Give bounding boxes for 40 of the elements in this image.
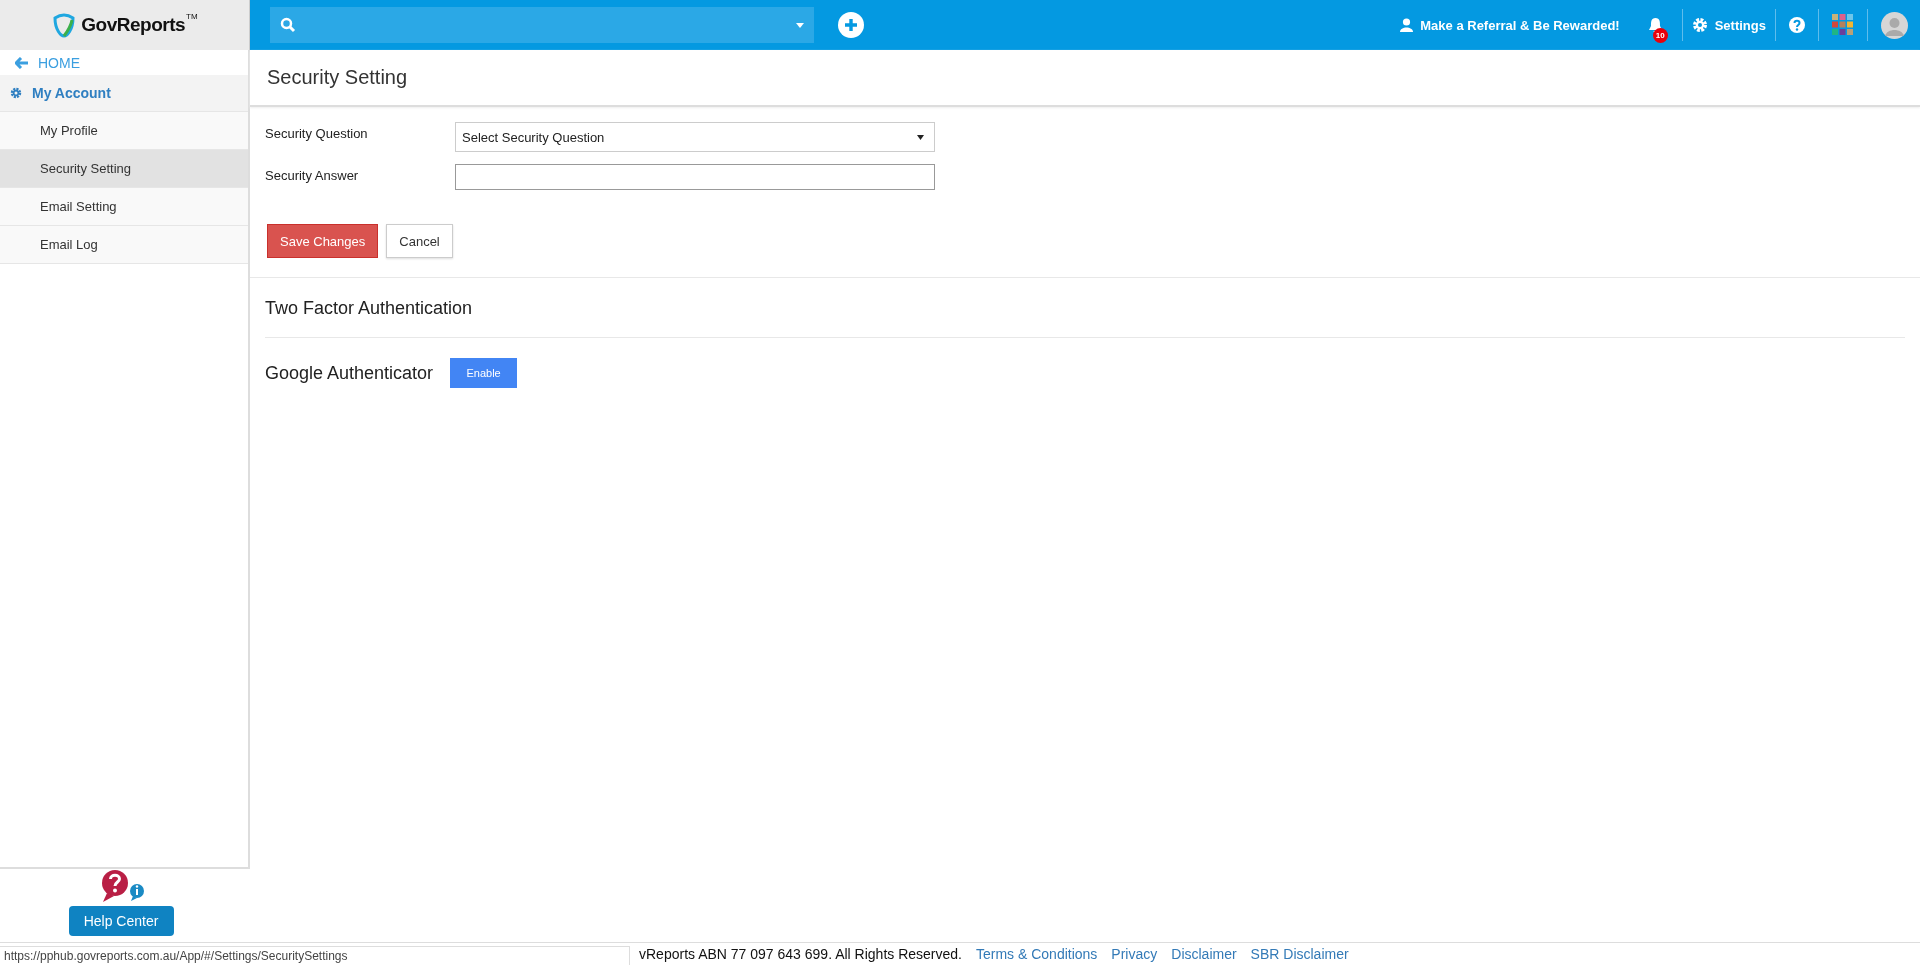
sidebar-item[interactable]: Email Setting — [0, 188, 248, 226]
sidebar-item[interactable]: Email Log — [0, 226, 248, 264]
footer-link[interactable]: Terms & Conditions — [975, 946, 1098, 962]
save-changes-button[interactable]: Save Changes — [267, 224, 379, 258]
caret-icon — [796, 22, 804, 28]
section-heading: Two Factor Authentication — [264, 297, 474, 320]
user-icon — [1400, 18, 1414, 32]
home-link[interactable]: HOME — [0, 50, 248, 75]
caret-icon — [917, 134, 924, 140]
logo-icon — [51, 12, 78, 38]
page-title: Security Setting — [267, 66, 408, 89]
authenticator-label: Google Authenticator — [265, 362, 434, 384]
help-icon[interactable] — [1789, 17, 1805, 33]
field-label: Security Question — [265, 125, 369, 141]
enable-button[interactable]: Enable — [450, 358, 518, 388]
field-label: Security Answer — [265, 167, 360, 183]
footer-link[interactable]: Privacy — [1111, 946, 1158, 962]
copyright-text: vReports ABN 77 097 643 699. All Rights Reserved. — [639, 946, 962, 962]
search-field[interactable] — [270, 7, 814, 43]
status-url: https://pphub.govreports.com.au/App/#/Settings/SecuritySettings — [0, 946, 630, 965]
help-center-button[interactable]: Help Center — [68, 906, 174, 936]
gear-icon — [10, 87, 22, 99]
security-question-select[interactable]: Select Security Question — [455, 122, 935, 152]
trademark-mark: TM — [186, 12, 198, 21]
sidebar-item[interactable]: My Profile — [0, 112, 248, 150]
security-answer-field[interactable] — [455, 164, 935, 190]
settings-link[interactable]: Settings — [1691, 17, 1766, 33]
section-header[interactable]: My Account — [0, 75, 248, 112]
logo-text: GovReports — [81, 14, 186, 36]
left-arrow-icon — [15, 56, 28, 69]
referral-link[interactable]: Make a Referral & Be Rewarded! — [1400, 17, 1620, 33]
search-icon — [280, 17, 296, 33]
settings-icon — [1691, 17, 1708, 33]
avatar-icon[interactable] — [1881, 11, 1908, 39]
footer-link[interactable]: Disclaimer — [1171, 946, 1237, 962]
sidebar-item[interactable]: Security Setting — [0, 150, 248, 188]
footer-link[interactable]: SBR Disclaimer — [1250, 946, 1349, 962]
add-icon[interactable] — [838, 12, 864, 38]
apps-grid-icon[interactable] — [1832, 14, 1854, 36]
cancel-button[interactable]: Cancel — [386, 224, 453, 258]
